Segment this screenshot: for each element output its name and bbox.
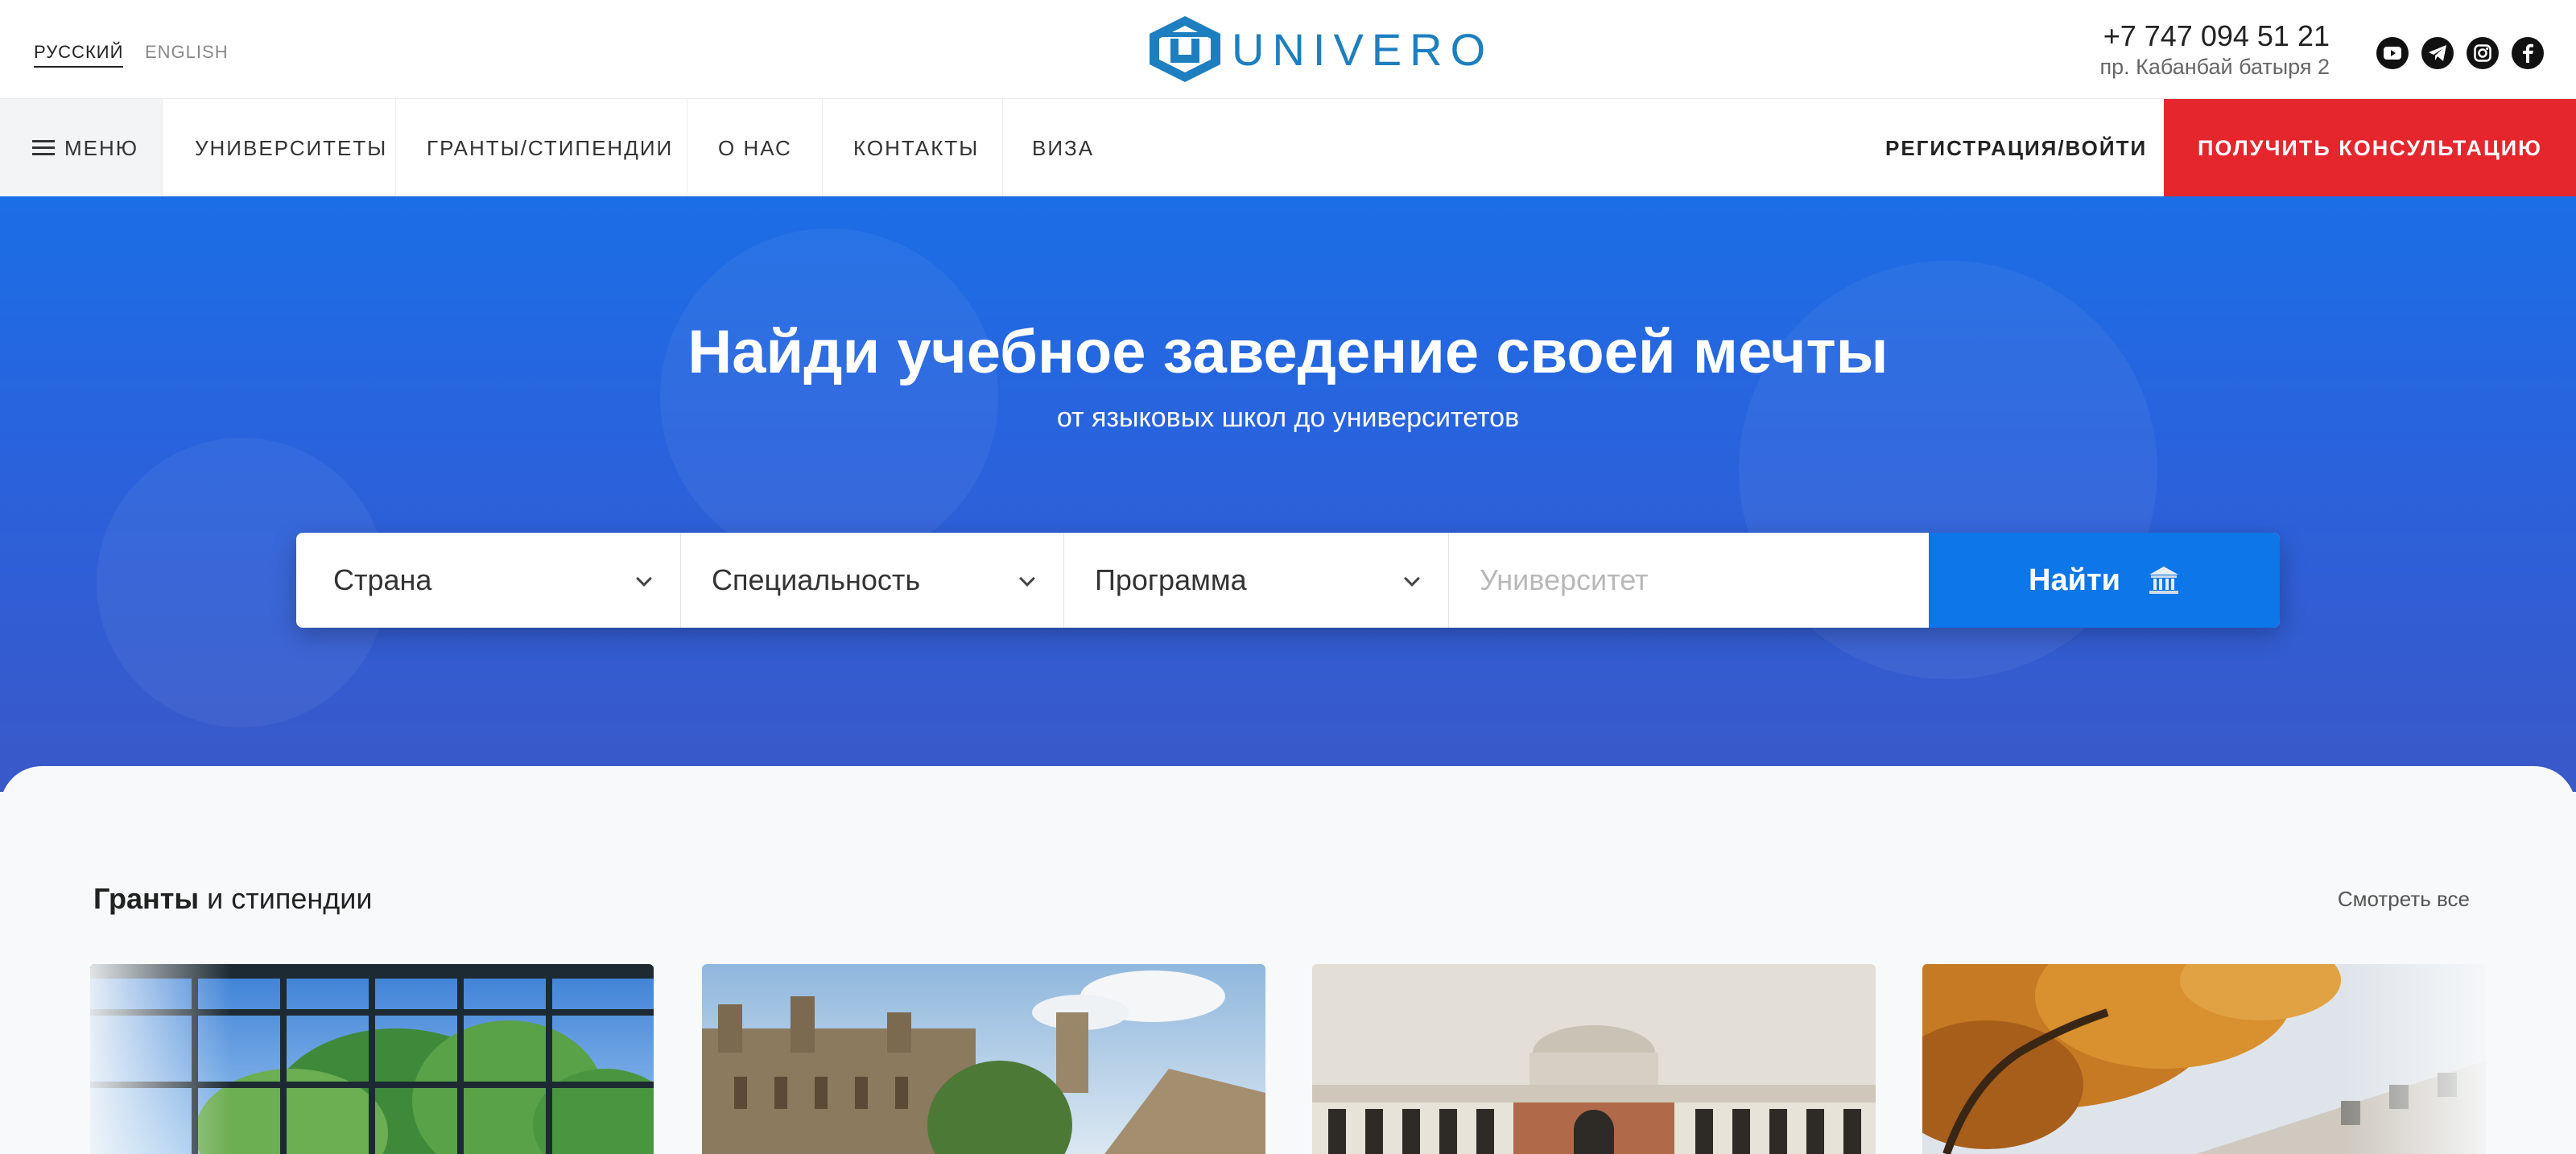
- university-building-icon: [2149, 567, 2178, 594]
- top-bar: РУССКИЙ ENGLISH UNIVERO +7 747 094 51 21…: [0, 0, 2576, 98]
- contact-info: +7 747 094 51 21 пр. Кабанбай батыря 2: [2100, 19, 2330, 80]
- page: РУССКИЙ ENGLISH UNIVERO +7 747 094 51 21…: [0, 0, 2576, 1154]
- hero-section: Найди учебное заведение своей мечты от я…: [0, 196, 2576, 792]
- grant-card-image: [1312, 964, 1876, 1154]
- chevron-down-icon: [1019, 571, 1035, 587]
- grant-card-image: [702, 964, 1265, 1154]
- grants-title-rest: и стипендии: [199, 882, 373, 915]
- youtube-icon[interactable]: [2376, 37, 2409, 69]
- grant-card-image: [1922, 964, 2486, 1154]
- hero-decoration: [660, 229, 998, 567]
- grant-card-image: [90, 964, 654, 1154]
- see-all-link[interactable]: Смотреть все: [2338, 887, 2470, 912]
- country-select[interactable]: Страна: [296, 533, 681, 628]
- instagram-icon[interactable]: [2467, 37, 2499, 69]
- language-russian[interactable]: РУССКИЙ: [34, 42, 124, 68]
- telegram-icon[interactable]: [2421, 37, 2454, 69]
- get-consultation-button[interactable]: ПОЛУЧИТЬ КОНСУЛЬТАЦИЮ: [2164, 99, 2576, 197]
- facebook-icon[interactable]: [2512, 37, 2544, 69]
- find-label: Найти: [2029, 563, 2120, 597]
- grant-card[interactable]: [1922, 964, 2486, 1154]
- country-label: Страна: [333, 563, 432, 596]
- nav-item-visa[interactable]: ВИЗА: [1003, 99, 1124, 197]
- phone-number[interactable]: +7 747 094 51 21: [2100, 19, 2330, 53]
- grants-title-bold: Гранты: [93, 882, 200, 915]
- grant-card[interactable]: [90, 964, 654, 1154]
- logo-text: UNIVERO: [1232, 23, 1494, 75]
- find-button[interactable]: Найти: [1929, 533, 2280, 628]
- university-input[interactable]: [1449, 533, 1929, 628]
- grant-card[interactable]: [702, 964, 1265, 1154]
- specialty-select[interactable]: Специальность: [681, 533, 1064, 628]
- nav-item-about[interactable]: О НАС: [687, 99, 823, 197]
- logo-hexagon-icon: [1150, 16, 1220, 82]
- register-login-link[interactable]: РЕГИСТРАЦИЯ/ВОЙТИ: [1860, 99, 2173, 197]
- chevron-down-icon: [1404, 571, 1420, 587]
- nav-item-universities[interactable]: УНИВЕРСИТЕТЫ: [163, 99, 396, 197]
- univero-logo[interactable]: UNIVERO: [1143, 14, 1493, 84]
- program-select[interactable]: Программа: [1064, 533, 1449, 628]
- chevron-down-icon: [636, 571, 652, 587]
- hero-title: Найди учебное заведение своей мечты: [687, 318, 1889, 386]
- language-english[interactable]: ENGLISH: [145, 42, 229, 63]
- menu-label: МЕНЮ: [64, 135, 139, 160]
- grant-card[interactable]: [1312, 964, 1876, 1154]
- hamburger-icon: [32, 140, 55, 156]
- search-bar: Страна Специальность Программа Найти: [296, 533, 2280, 628]
- specialty-label: Специальность: [712, 563, 921, 596]
- nav-item-contacts[interactable]: КОНТАКТЫ: [823, 99, 1003, 197]
- program-label: Программа: [1095, 563, 1247, 596]
- hero-subtitle: от языковых школ до университетов: [1056, 402, 1520, 433]
- grants-section-title: Гранты и стипендии: [93, 882, 373, 916]
- menu-button[interactable]: МЕНЮ: [0, 99, 163, 197]
- main-nav: МЕНЮ УНИВЕРСИТЕТЫ ГРАНТЫ/СТИПЕНДИИ О НАС…: [0, 98, 2576, 197]
- nav-item-grants[interactable]: ГРАНТЫ/СТИПЕНДИИ: [396, 99, 687, 197]
- address: пр. Кабанбай батыря 2: [2099, 55, 2330, 79]
